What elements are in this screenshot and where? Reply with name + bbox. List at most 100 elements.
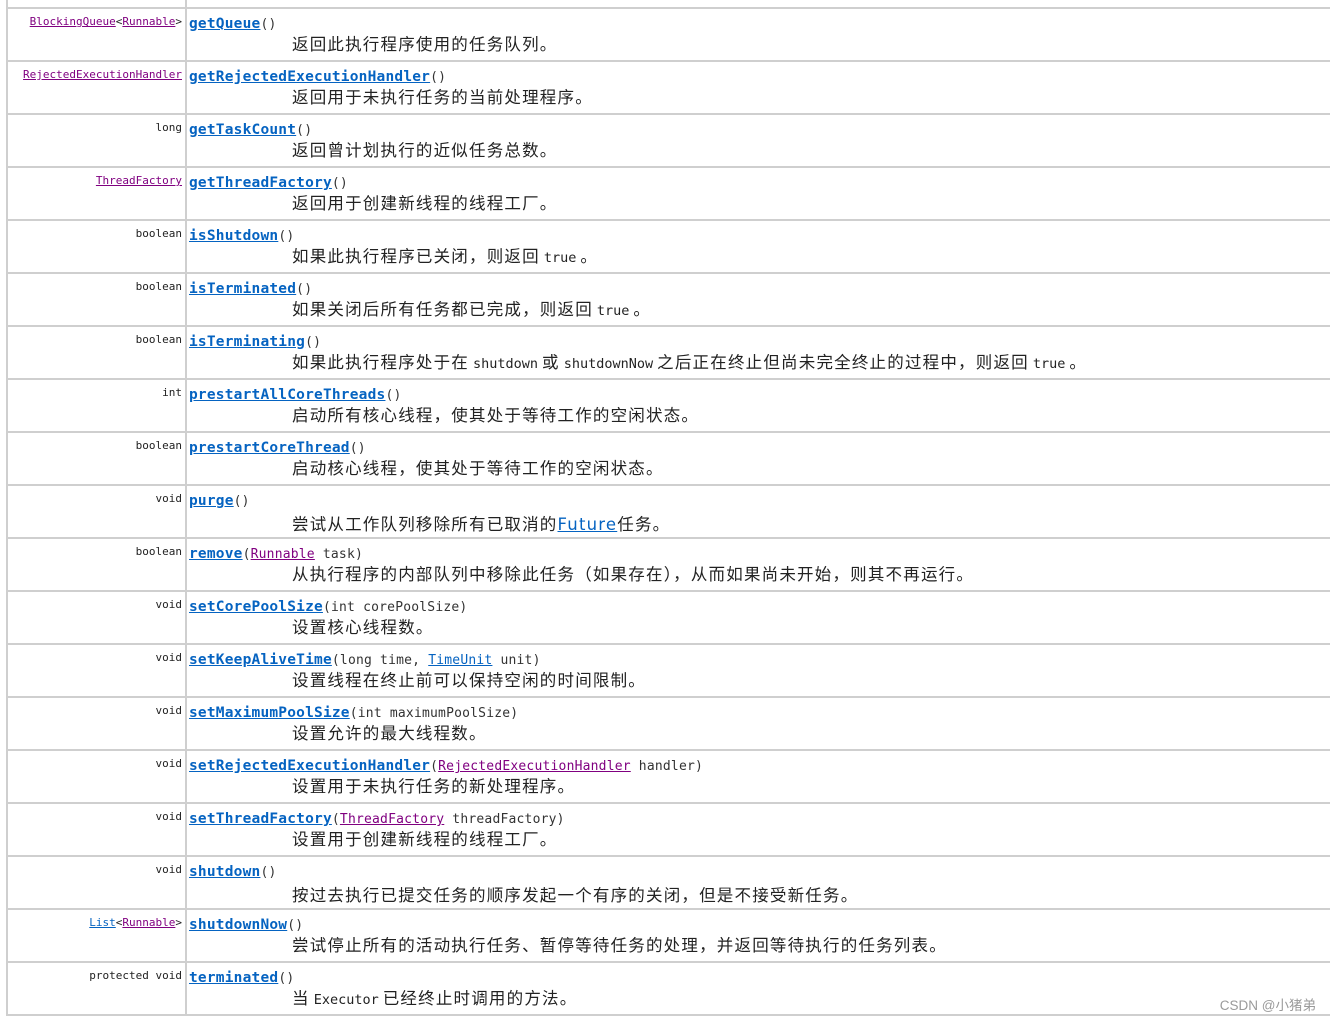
return-type-link[interactable]: ThreadFactory <box>96 174 182 187</box>
method-link-setThreadFactory[interactable]: setThreadFactory <box>189 811 332 827</box>
param-type-link[interactable]: ThreadFactory <box>340 812 444 827</box>
method-link-getQueue[interactable]: getQueue <box>189 16 260 32</box>
desc-text: 返回用于未执行任务的当前处理程序。 <box>292 88 593 107</box>
param-text: unit) <box>492 653 541 668</box>
method-params: () <box>332 176 348 191</box>
method-link-setKeepAliveTime[interactable]: setKeepAliveTime <box>189 652 332 668</box>
table-row-setRejectedExecutionHandler: void setRejectedExecutionHandler(Rejected… <box>6 749 1330 804</box>
return-text: void <box>155 598 183 611</box>
desc-text: 如果此执行程序处于在 <box>292 353 469 372</box>
return-type-link[interactable]: List <box>89 916 116 929</box>
return-type-link[interactable]: Runnable <box>122 15 175 28</box>
desc-text: 返回用于创建新线程的线程工厂。 <box>292 194 558 213</box>
signature-cell: isShutdown() 如果此执行程序已关闭，则返回 true。 <box>185 219 1330 274</box>
modifier-cell: boolean <box>6 272 186 327</box>
return-text: void <box>155 492 183 505</box>
table-row-isTerminated: boolean isTerminated() 如果关闭后所有任务都已完成，则返回 tr… <box>6 272 1330 327</box>
modifier-cell: boolean <box>6 537 186 592</box>
desc-text: 或 <box>542 353 560 372</box>
method-summary-table: 返回池中的当前线程数。 BlockingQueue<Runnable>getQu… <box>6 0 1330 1016</box>
method-description: 尝试停止所有的活动执行任务、暂停等待任务的处理，并返回等待执行的任务列表。 <box>189 935 1330 957</box>
return-type-link[interactable]: BlockingQueue <box>30 15 116 28</box>
method-signature: isTerminating() <box>189 333 1330 352</box>
method-link-setMaximumPoolSize[interactable]: setMaximumPoolSize <box>189 705 350 721</box>
method-link-setCorePoolSize[interactable]: setCorePoolSize <box>189 599 323 615</box>
method-link-purge[interactable]: purge <box>189 493 234 509</box>
method-signature: prestartAllCoreThreads() <box>189 386 1330 405</box>
method-description: 从执行程序的内部队列中移除此任务（如果存在），从而如果尚未开始，则其不再运行。 <box>189 564 1330 586</box>
method-link-getTaskCount[interactable]: getTaskCount <box>189 122 296 138</box>
method-params: () <box>385 388 401 403</box>
method-link-getThreadFactory[interactable]: getThreadFactory <box>189 175 332 191</box>
modifier-cell: void <box>6 802 186 857</box>
table-row-getQueue: BlockingQueue<Runnable> getQueue() 返回此执行程序… <box>6 7 1330 62</box>
desc-text: 尝试停止所有的活动执行任务、暂停等待任务的处理，并返回等待执行的任务列表。 <box>292 936 947 955</box>
method-link-remove[interactable]: remove <box>189 546 243 562</box>
param-type-link[interactable]: Runnable <box>251 547 315 562</box>
method-description: 如果此执行程序处于在 shutdown 或 shutdownNow 之后正在终止但尚未完… <box>189 352 1330 375</box>
method-signature: getQueue() <box>189 15 1330 34</box>
modifier-cell <box>6 0 186 9</box>
desc-text: 已经终止时调用的方法。 <box>382 989 578 1008</box>
method-link-getRejectedExecutionHandler[interactable]: getRejectedExecutionHandler <box>189 69 430 85</box>
method-params: (ThreadFactory threadFactory) <box>332 812 565 827</box>
method-link-shutdownNow[interactable]: shutdownNow <box>189 917 287 933</box>
modifier-cell: RejectedExecutionHandler <box>6 60 186 115</box>
method-link-isTerminating[interactable]: isTerminating <box>189 334 305 350</box>
param-text: () <box>296 123 313 138</box>
method-link-terminated[interactable]: terminated <box>189 970 278 986</box>
method-link-isTerminated[interactable]: isTerminated <box>189 281 296 297</box>
method-link-prestartCoreThread[interactable]: prestartCoreThread <box>189 440 350 456</box>
modifier-cell: long <box>6 113 186 168</box>
method-description: 设置允许的最大线程数。 <box>189 723 1330 745</box>
param-text: (int maximumPoolSize) <box>349 706 519 721</box>
param-text: () <box>260 865 277 880</box>
signature-cell: setKeepAliveTime(long time, TimeUnit uni… <box>185 643 1330 698</box>
method-params: () <box>260 17 276 32</box>
desc-type-link[interactable]: Future <box>558 515 618 534</box>
method-signature: isTerminated() <box>189 280 1330 299</box>
signature-cell: setMaximumPoolSize(int maximumPoolSize) 设… <box>185 696 1330 751</box>
method-params: (int maximumPoolSize) <box>350 706 519 721</box>
signature-cell: shutdownNow() 尝试停止所有的活动执行任务、暂停等待任务的处理，并返回… <box>185 908 1330 963</box>
param-text: threadFactory) <box>444 812 565 827</box>
desc-text: 按过去执行已提交任务的顺序发起一个有序的关闭，但是不接受新任务。 <box>292 886 859 905</box>
return-text: void <box>155 863 183 876</box>
method-description: 返回用于创建新线程的线程工厂。 <box>189 193 1330 215</box>
return-type-link[interactable]: RejectedExecutionHandler <box>23 68 182 81</box>
param-text: () <box>233 494 250 509</box>
table-row-purge: void purge() 尝试从工作队列移除所有已取消的Future任务。 <box>6 484 1330 539</box>
desc-text: 设置用于未执行任务的新处理程序。 <box>292 777 576 796</box>
param-text: ( <box>331 812 340 827</box>
desc-text: 。 <box>1069 353 1088 372</box>
return-text: void <box>155 757 183 770</box>
modifier-cell: boolean <box>6 431 186 486</box>
return-type-link[interactable]: Runnable <box>122 916 175 929</box>
param-text: task) <box>314 547 364 562</box>
method-link-prestartAllCoreThreads[interactable]: prestartAllCoreThreads <box>189 387 385 403</box>
return-text: void <box>155 704 183 717</box>
param-text: (long time, <box>331 653 429 668</box>
desc-text: 返回此执行程序使用的任务队列。 <box>292 35 558 54</box>
method-description: 如果此执行程序已关闭，则返回 true。 <box>189 246 1330 269</box>
method-description: 按过去执行已提交任务的顺序发起一个有序的关闭，但是不接受新任务。 <box>189 885 1330 907</box>
method-link-shutdown[interactable]: shutdown <box>189 864 260 880</box>
code-literal: shutdown <box>473 356 539 372</box>
table-row-partial: 返回池中的当前线程数。 <box>6 0 1330 9</box>
table-row-getThreadFactory: ThreadFactory getThreadFactory() 返回用于创建新线程… <box>6 166 1330 221</box>
method-link-setRejectedExecutionHandler[interactable]: setRejectedExecutionHandler <box>189 758 430 774</box>
param-type-link[interactable]: RejectedExecutionHandler <box>438 759 631 774</box>
method-signature: getThreadFactory() <box>189 174 1330 193</box>
signature-cell: setThreadFactory(ThreadFactory threadFac… <box>185 802 1330 857</box>
desc-text: 从执行程序的内部队列中移除此任务（如果存在），从而如果尚未开始，则其不再运行。 <box>292 565 975 584</box>
code-literal: shutdownNow <box>563 356 654 372</box>
method-link-isShutdown[interactable]: isShutdown <box>189 228 278 244</box>
signature-cell: shutdown() 按过去执行已提交任务的顺序发起一个有序的关闭，但是不接受新任… <box>185 855 1330 910</box>
signature-cell: isTerminating() 如果此执行程序处于在 shutdown 或 shutdo… <box>185 325 1330 380</box>
return-text: boolean <box>135 333 182 346</box>
desc-text: 启动核心线程，使其处于等待工作的空闲状态。 <box>292 459 664 478</box>
modifier-cell: BlockingQueue<Runnable> <box>6 7 186 62</box>
param-type-link[interactable]: TimeUnit <box>428 653 492 668</box>
method-description: 设置用于未执行任务的新处理程序。 <box>189 776 1330 798</box>
method-signature: remove(Runnable task) <box>189 545 1330 564</box>
